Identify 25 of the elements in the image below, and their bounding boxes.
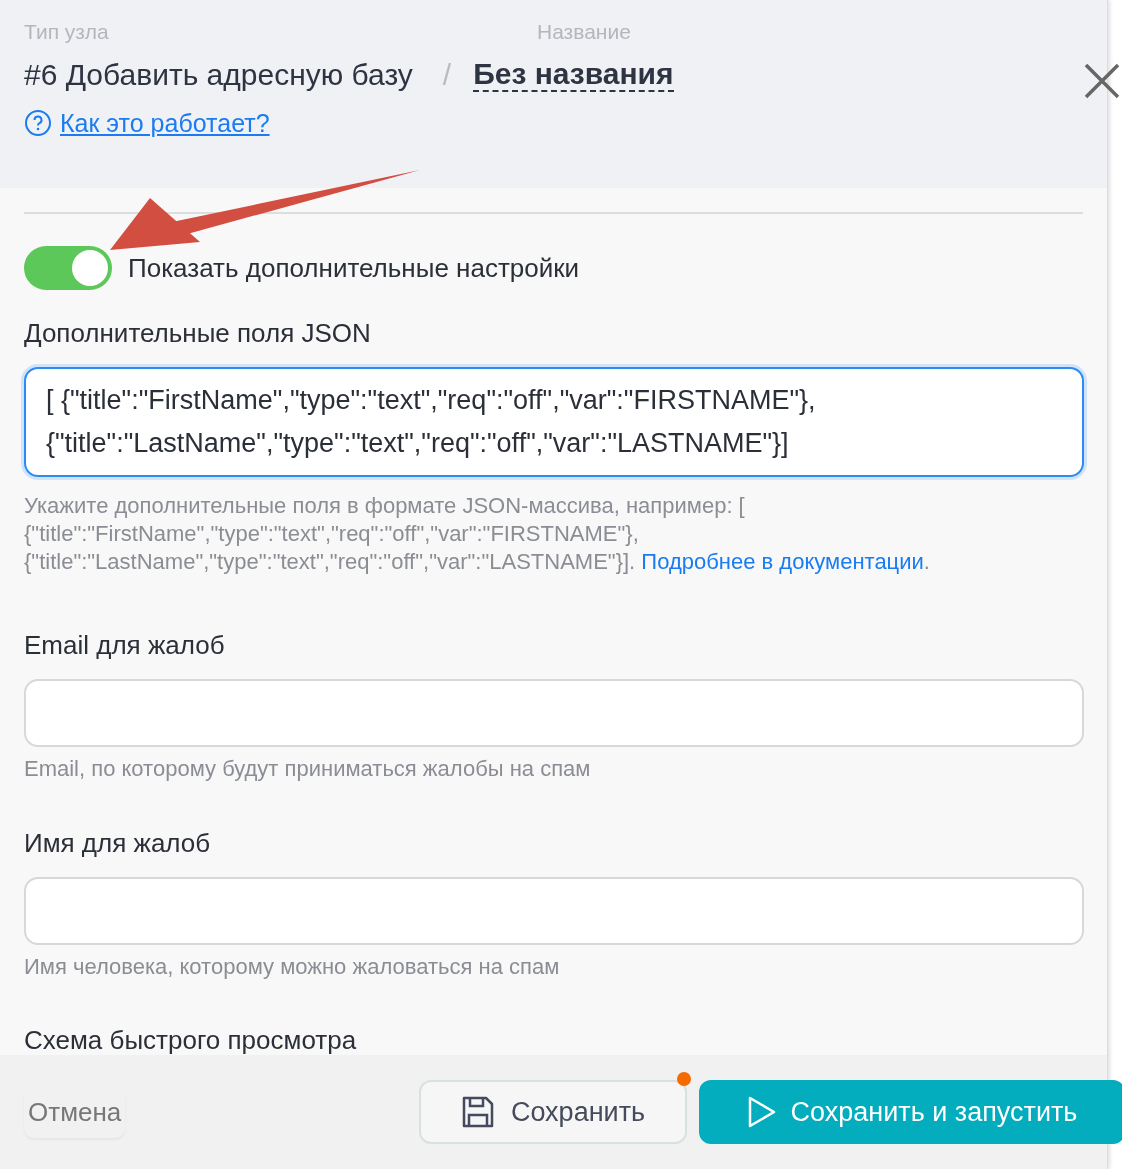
save-button[interactable]: Сохранить <box>419 1080 687 1144</box>
documentation-link[interactable]: Подробнее в документации <box>641 549 924 575</box>
toggle-switch[interactable] <box>24 246 112 290</box>
field-label: Имя для жалоб <box>24 826 212 860</box>
field-label: Email для жалоб <box>24 629 226 663</box>
help-link[interactable]: Как это работает? <box>60 104 270 142</box>
close-button[interactable] <box>1083 62 1121 100</box>
help-text: Укажите дополнительные поля в формате JSON-массива, например: [ {"title":"FirstName","type":"text","req":"off","var":"FIRSTNAME"}, {"title":"LastName","type":"text","req":"off","var":"LASTNAME"}]. Подробнее в документации. <box>24 492 931 577</box>
help-text: Email, по которому будут приниматься жалобы на спам <box>24 755 592 784</box>
field-label: Тип узла <box>24 19 110 45</box>
toggle-label: Показать дополнительные настройки <box>128 251 580 285</box>
save-and-run-button[interactable]: Сохранить и запустить <box>699 1080 1122 1144</box>
separator: / <box>442 56 452 93</box>
section-label: Схема быстрого просмотра <box>24 1023 358 1055</box>
field-label: Дополнительные поля JSON <box>24 317 372 350</box>
help-text: Имя человека, которому можно жаловаться на спам <box>24 952 561 981</box>
input-field[interactable] <box>24 679 1084 748</box>
cancel-button[interactable]: Отмена <box>24 1086 126 1138</box>
help-icon <box>24 109 52 138</box>
node-name[interactable]: Без названия <box>473 56 674 92</box>
json-textarea[interactable]: [ {"title":"FirstName","type":"text","req":"off","var":"FIRSTNAME"}, {"title":"LastName","type":"text","req":"off","var":"LASTNAME"}] <box>24 367 1084 477</box>
play-icon <box>746 1096 777 1128</box>
node-type: #6 Добавить адресную базу <box>24 56 413 93</box>
input-field[interactable] <box>24 876 1084 945</box>
field-label: Название <box>537 19 631 45</box>
